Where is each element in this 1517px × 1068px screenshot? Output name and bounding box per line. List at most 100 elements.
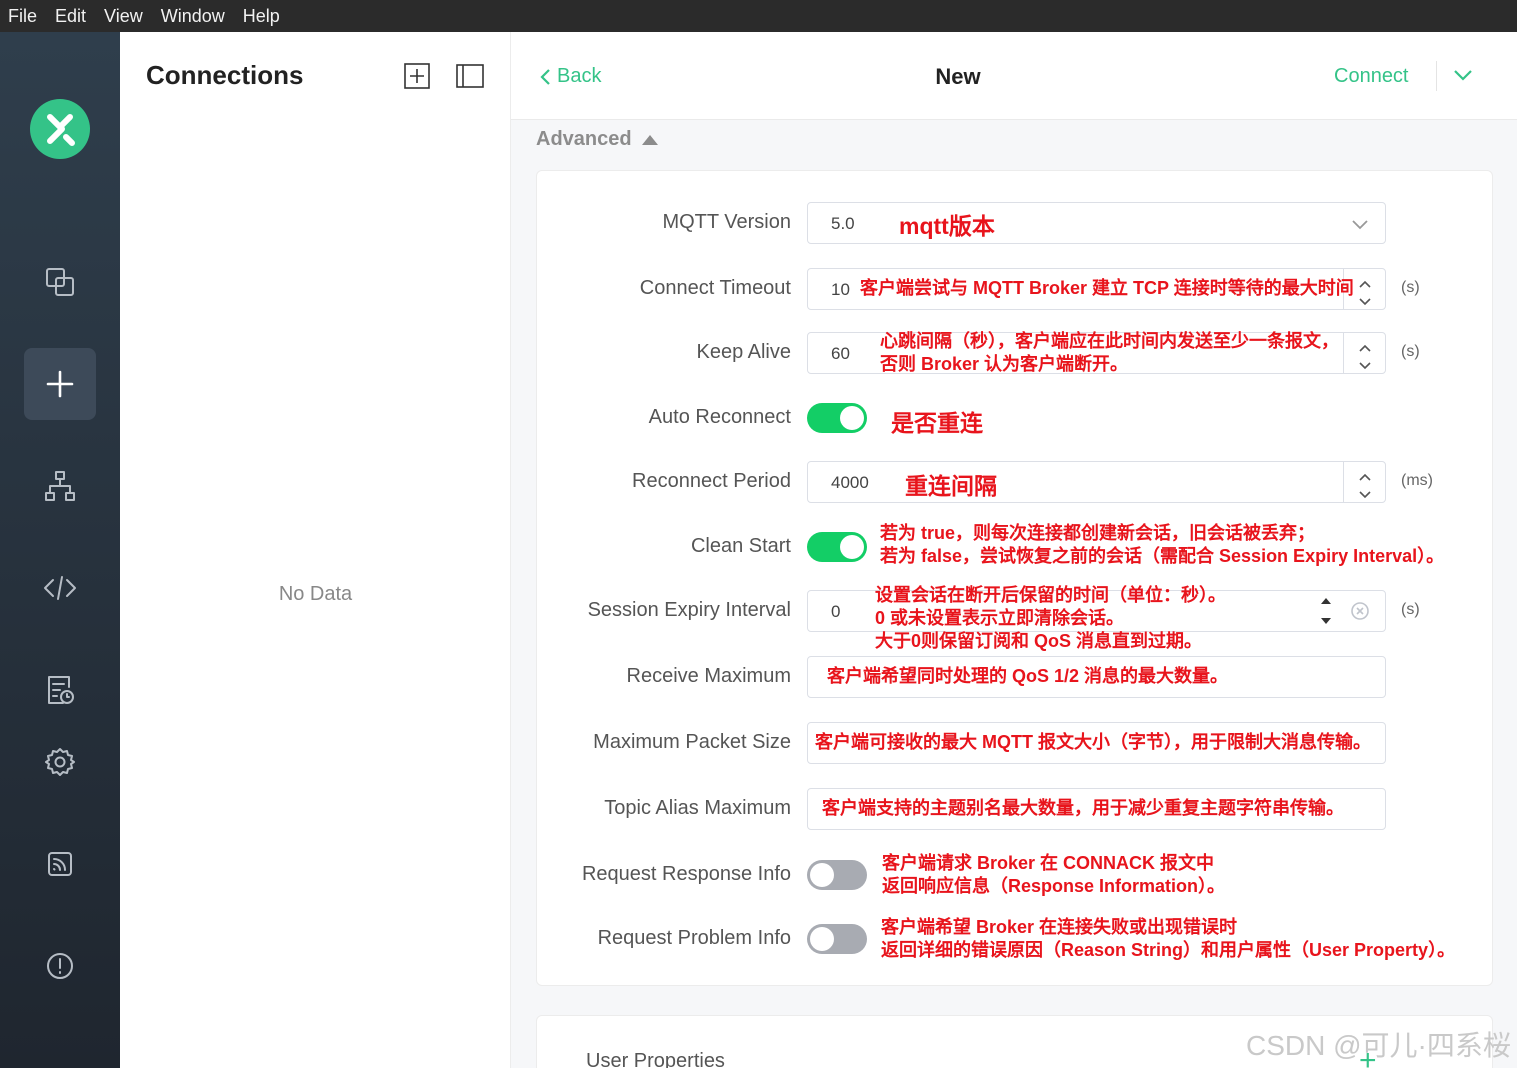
annotation: mqtt版本 <box>899 213 995 239</box>
reconnect-period-input[interactable]: 4000 <box>807 461 1386 503</box>
sidebar <box>0 32 120 1068</box>
number-stepper[interactable] <box>1343 333 1385 373</box>
input-value: 4000 <box>831 473 869 492</box>
divider <box>1436 61 1437 91</box>
annotation-line: 设置会话在断开后保留的时间（单位：秒）。 <box>875 585 1226 605</box>
empty-state-text: No Data <box>278 583 353 605</box>
script-icon[interactable] <box>24 552 96 624</box>
sidebar-panel-icon <box>456 64 484 88</box>
annotation-line: 心跳间隔（秒），客户端应在此时间内发送至少一条报文， <box>880 331 1339 351</box>
row-reconnect-period: Reconnect Period 4000 (ms) 重连间隔 <box>537 461 1494 505</box>
annotation-line: 返回详细的错误原因（Reason String）和用户属性（User Prope… <box>881 940 1456 960</box>
annotation-line: 若为 true，则每次连接都创建新会话，旧会话被丢弃； <box>880 523 1316 543</box>
chevron-down-icon[interactable] <box>1359 357 1371 375</box>
menu-edit[interactable]: Edit <box>55 6 86 27</box>
annotation-line: 客户端希望 Broker 在连接失败或出现错误时 <box>881 917 1238 937</box>
row-request-problem-info: Request Problem Info 客户端希望 Broker 在连接失败或… <box>537 916 1494 962</box>
row-receive-maximum: Receive Maximum 客户端希望同时处理的 QoS 1/2 消息的最大… <box>537 656 1494 700</box>
connections-icon[interactable] <box>24 246 96 318</box>
field-label: Receive Maximum <box>626 665 791 687</box>
annotation: 客户端可接收的最大 MQTT 报文大小（字节），用于限制大消息传输。 <box>815 732 1371 752</box>
chevron-up-icon[interactable] <box>1359 339 1371 357</box>
settings-icon[interactable] <box>24 726 96 798</box>
row-max-packet-size: Maximum Packet Size 客户端可接收的最大 MQTT 报文大小（… <box>537 722 1494 766</box>
menu-help[interactable]: Help <box>243 6 280 27</box>
toggle-knob <box>840 535 864 559</box>
menu-window[interactable]: Window <box>161 6 225 27</box>
field-label: Topic Alias Maximum <box>604 797 791 819</box>
annotation: 心跳间隔（秒），客户端应在此时间内发送至少一条报文， 否则 Broker 认为客… <box>880 330 1339 376</box>
caret-up-icon <box>1321 598 1331 604</box>
chevron-up-icon[interactable] <box>1359 275 1371 293</box>
advanced-section-toggle[interactable]: Advanced <box>536 128 658 151</box>
row-mqtt-version: MQTT Version 5.0 mqtt版本 <box>537 202 1494 246</box>
field-label: Request Response Info <box>581 863 791 885</box>
chevron-down-icon[interactable] <box>1359 293 1371 311</box>
field-label: Auto Reconnect <box>648 406 791 428</box>
request-response-info-toggle[interactable] <box>807 860 867 890</box>
page-title: New <box>935 64 981 89</box>
annotation-line: 0 或未设置表示立即清除会话。 <box>875 608 1125 628</box>
unit-label: (s) <box>1401 279 1420 296</box>
field-label: Maximum Packet Size <box>593 731 791 753</box>
clean-start-toggle[interactable] <box>807 532 867 562</box>
annotation: 重连间隔 <box>905 473 997 499</box>
menu-view[interactable]: View <box>104 6 143 27</box>
menu-bar: File Edit View Window Help <box>0 0 1517 32</box>
app-logo-icon <box>30 99 90 159</box>
request-problem-info-toggle[interactable] <box>807 924 867 954</box>
auto-reconnect-toggle[interactable] <box>807 403 867 433</box>
log-icon[interactable] <box>24 654 96 726</box>
chevron-down-icon <box>1454 70 1472 81</box>
chevron-down-icon <box>1351 217 1369 235</box>
annotation-line: 否则 Broker 认为客户端断开。 <box>880 354 1129 374</box>
clear-icon[interactable] <box>1350 601 1370 626</box>
new-connection-icon[interactable] <box>24 348 96 420</box>
unit-label: (s) <box>1401 343 1420 360</box>
annotation: 客户端希望同时处理的 QoS 1/2 消息的最大数量。 <box>827 666 1229 686</box>
toggle-panel-button[interactable] <box>456 62 484 90</box>
menu-file[interactable]: File <box>8 6 37 27</box>
user-properties-label: User Properties <box>586 1050 725 1068</box>
input-value: 60 <box>831 344 850 363</box>
mqtt-version-select[interactable]: 5.0 <box>807 202 1386 244</box>
toggle-knob <box>810 927 834 951</box>
toggle-knob <box>810 863 834 887</box>
field-label: Reconnect Period <box>632 470 791 492</box>
caret-down-icon <box>1321 618 1331 624</box>
connect-button[interactable]: Connect <box>1334 65 1409 88</box>
annotation-line: 客户端请求 Broker 在 CONNACK 报文中 <box>882 853 1215 873</box>
main-content: Back New Connect Advanced MQTT Version 5… <box>511 32 1517 1068</box>
row-clean-start: Clean Start 若为 true，则每次连接都创建新会话，旧会话被丢弃； … <box>537 523 1494 570</box>
row-keep-alive: Keep Alive 60 (s) 心跳间隔（秒），客户端应在此时间内发送至少一… <box>537 330 1494 376</box>
row-connect-timeout: Connect Timeout 10 (s) 客户端尝试与 MQTT Broke… <box>537 268 1494 312</box>
number-stepper[interactable] <box>1343 462 1385 502</box>
row-request-response-info: Request Response Info 客户端请求 Broker 在 CON… <box>537 853 1494 898</box>
topology-icon[interactable] <box>24 450 96 522</box>
annotation: 客户端支持的主题别名最大数量，用于减少重复主题字符串传输。 <box>822 798 1344 818</box>
subscription-icon[interactable] <box>24 828 96 900</box>
advanced-title: Advanced <box>536 128 632 150</box>
advanced-card: MQTT Version 5.0 mqtt版本 Connect Timeout … <box>536 170 1493 986</box>
select-value: 5.0 <box>831 214 855 233</box>
add-folder-button[interactable] <box>403 62 431 90</box>
watermark: CSDN @可儿·四系桜 <box>1246 1030 1511 1061</box>
row-topic-alias-max: Topic Alias Maximum 客户端支持的主题别名最大数量，用于减少重… <box>537 788 1494 832</box>
connections-title: Connections <box>146 60 304 90</box>
field-label: Keep Alive <box>696 341 791 363</box>
top-bar: Back New Connect <box>511 32 1517 120</box>
unit-label: (ms) <box>1401 472 1433 489</box>
field-label: Clean Start <box>690 535 791 557</box>
annotation-line: 若为 false，尝试恢复之前的会话（需配合 Session Expiry In… <box>880 546 1445 566</box>
annotation: 是否重连 <box>891 410 983 436</box>
connect-options-button[interactable] <box>1453 68 1473 87</box>
chevron-up-icon[interactable] <box>1359 468 1371 486</box>
toggle-knob <box>840 406 864 430</box>
annotation: 客户端希望 Broker 在连接失败或出现错误时 返回详细的错误原因（Reaso… <box>881 916 1455 962</box>
about-icon[interactable] <box>24 930 96 1002</box>
annotation-line: 返回响应信息（Response Information）。 <box>882 876 1226 896</box>
annotation: 客户端尝试与 MQTT Broker 建立 TCP 连接时等待的最大时间 <box>860 278 1354 298</box>
chevron-down-icon[interactable] <box>1359 486 1371 504</box>
number-stepper[interactable] <box>1320 595 1332 632</box>
annotation: 若为 true，则每次连接都创建新会话，旧会话被丢弃； 若为 false，尝试恢… <box>880 522 1444 568</box>
